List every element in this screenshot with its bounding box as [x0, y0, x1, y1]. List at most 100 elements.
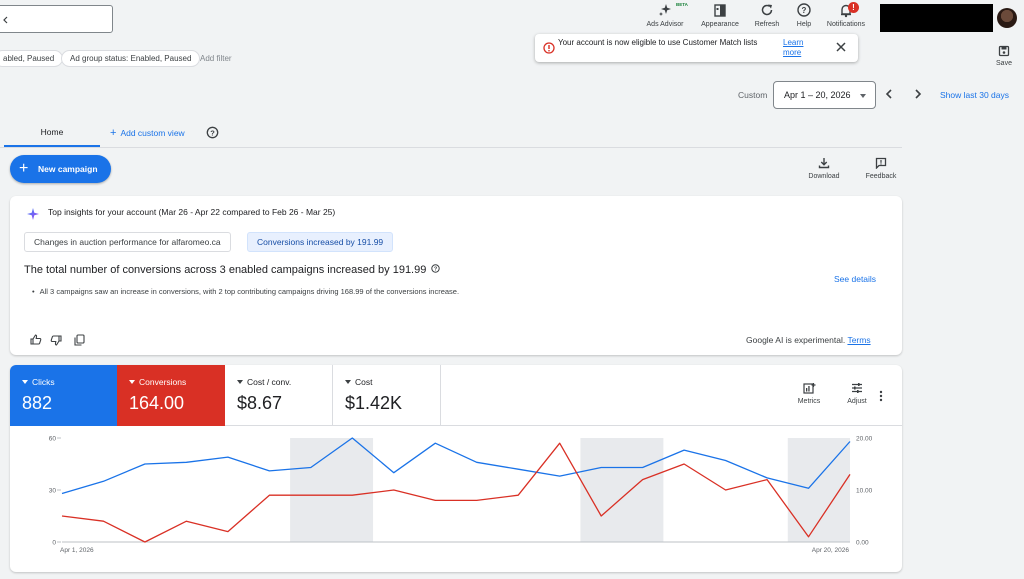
error-icon	[543, 42, 555, 54]
appearance-button[interactable]: Appearance	[695, 2, 745, 28]
filter-chip-ad-group-status[interactable]: Ad group status: Enabled, Paused	[61, 50, 201, 67]
save-label: Save	[996, 60, 1012, 67]
cost-label: Cost	[355, 377, 373, 387]
see-details-link[interactable]: See details	[834, 274, 876, 284]
ads-advisor-button[interactable]: BETA Ads Advisor	[640, 2, 690, 28]
cost-conv-label: Cost / conv.	[247, 377, 292, 387]
notifications-button[interactable]: ! Notifications	[820, 2, 872, 28]
clicks-label: Clicks	[32, 377, 55, 387]
more-vert-icon[interactable]	[879, 390, 883, 402]
metric-tile-clicks[interactable]: Clicks 882	[10, 365, 117, 426]
refresh-label: Refresh	[754, 21, 780, 28]
notifications-badge: !	[848, 2, 859, 13]
metric-tile-cost-per-conversion[interactable]: Cost / conv. $8.67	[225, 365, 333, 426]
metric-tile-cost[interactable]: Cost $1.42K	[333, 365, 441, 426]
y-right-tick-label: 0.00	[856, 540, 869, 547]
learn-more-link[interactable]: Learn more	[783, 38, 813, 58]
metric-label: Clicks	[22, 377, 55, 387]
metric-label: Conversions	[129, 377, 186, 387]
date-range-select[interactable]: Apr 1 – 20, 2026	[773, 81, 876, 109]
weekend-band	[290, 438, 374, 542]
chevron-left-icon	[3, 16, 8, 24]
appearance-icon	[714, 4, 726, 17]
conversions-value: 164.00	[129, 393, 185, 413]
new-campaign-label: New campaign	[38, 164, 98, 174]
ai-disclaimer-text: Google AI is experimental.	[746, 335, 846, 345]
caret-down-icon	[860, 94, 866, 98]
add-custom-view-label: Add custom view	[120, 128, 185, 138]
appearance-label: Appearance	[701, 21, 739, 28]
cost-value: $1.42K	[345, 393, 403, 413]
copy-icon[interactable]	[74, 334, 85, 346]
clicks-value: 882	[22, 393, 53, 413]
caret-down-icon	[345, 380, 351, 384]
svg-text:?: ?	[210, 128, 215, 137]
chevron-right-icon[interactable]	[912, 88, 924, 100]
ai-sparkle-icon	[27, 208, 39, 220]
download-label: Download	[808, 173, 840, 180]
show-last-30-days-link[interactable]: Show last 30 days	[940, 90, 1009, 100]
tab-home[interactable]: Home	[4, 120, 100, 147]
chevron-left-icon[interactable]	[883, 88, 895, 100]
adjust-label: Adjust	[847, 398, 867, 405]
refresh-icon	[761, 4, 773, 16]
weekend-band	[787, 438, 850, 542]
y-left-tick-label: 0	[52, 540, 56, 547]
conversions-label: Conversions	[139, 377, 187, 387]
filter-chip-campaign-status[interactable]: abled, Paused	[0, 50, 64, 67]
feedback-button[interactable]: Feedback	[861, 157, 901, 180]
ai-disclaimer: Google AI is experimental. Terms	[746, 335, 871, 345]
series-line-clicks	[61, 437, 851, 495]
add-custom-view-button[interactable]: + Add custom view	[110, 127, 185, 139]
chart-axes: 60 30 0 20.00 10.00 0.00 Apr 1, 2026 Apr 20, 20…	[49, 436, 873, 555]
date-preset-label: Custom	[738, 90, 768, 100]
insight-chip-auction[interactable]: Changes in auction performance for alfar…	[24, 232, 231, 252]
insight-chip-conversions[interactable]: Conversions increased by 191.99	[247, 232, 394, 252]
terms-link[interactable]: Terms	[847, 335, 870, 345]
insight-bullet: • All 3 campaigns saw an increase in conv…	[32, 287, 459, 296]
plus-icon: +	[19, 160, 29, 177]
metric-tile-conversions[interactable]: Conversions 164.00	[117, 365, 225, 426]
avatar[interactable]	[997, 8, 1017, 28]
top-bar: BETA Ads Advisor Appearance Refresh ? He…	[0, 0, 1024, 84]
series-line-conversions	[61, 442, 851, 543]
performance-chart: 60 30 0 20.00 10.00 0.00 Apr 1, 2026 Apr 20, 20…	[49, 436, 873, 555]
save-button[interactable]: Save	[988, 45, 1020, 67]
adjust-button[interactable]: Adjust	[837, 382, 877, 405]
thumbs-down-icon[interactable]	[50, 335, 62, 346]
y-left-tick-label: 60	[49, 436, 57, 443]
insight-bullet-text: All 3 campaigns saw an increase in conve…	[39, 287, 460, 296]
feedback-icon	[875, 157, 887, 169]
y-right-tick-label: 10.00	[856, 488, 873, 495]
add-filter-button[interactable]: Add filter	[200, 50, 232, 67]
caret-down-icon	[237, 380, 243, 384]
thumbs-up-icon[interactable]	[30, 334, 42, 345]
caret-down-icon	[22, 380, 28, 384]
new-campaign-button[interactable]: + New campaign	[10, 155, 111, 183]
weekend-band	[580, 438, 664, 542]
help-icon[interactable]: ?	[206, 126, 219, 139]
y-right-tick-label: 20.00	[856, 436, 873, 443]
x-tick-label-end: Apr 20, 2026	[812, 547, 850, 554]
insights-title: Top insights for your account (Mar 26 - …	[48, 207, 336, 217]
search-box[interactable]	[0, 5, 113, 33]
help-icon[interactable]: ?	[431, 264, 441, 273]
metrics-button[interactable]: Metrics	[789, 382, 829, 405]
close-icon[interactable]	[835, 41, 847, 53]
notifications-label: Notifications	[826, 21, 866, 28]
download-button[interactable]: Download	[804, 157, 844, 180]
svg-text:?: ?	[802, 6, 807, 15]
caret-down-icon	[129, 380, 135, 384]
beta-badge: BETA	[676, 2, 688, 7]
cost-conv-value: $8.67	[237, 393, 283, 413]
weekend-bands	[290, 438, 850, 542]
performance-card: Clicks 882 Conversions 164.00 Cost / con…	[10, 365, 902, 572]
notification-banner: Your account is now eligible to use Cust…	[535, 34, 858, 62]
download-icon	[818, 158, 830, 169]
insight-headline: The total number of conversions across 3…	[24, 264, 441, 276]
metric-label: Cost / conv.	[237, 377, 291, 387]
sparkle-icon	[659, 4, 671, 16]
save-icon	[998, 45, 1010, 57]
help-label: Help	[796, 21, 812, 28]
bullet-dot: •	[32, 287, 35, 296]
